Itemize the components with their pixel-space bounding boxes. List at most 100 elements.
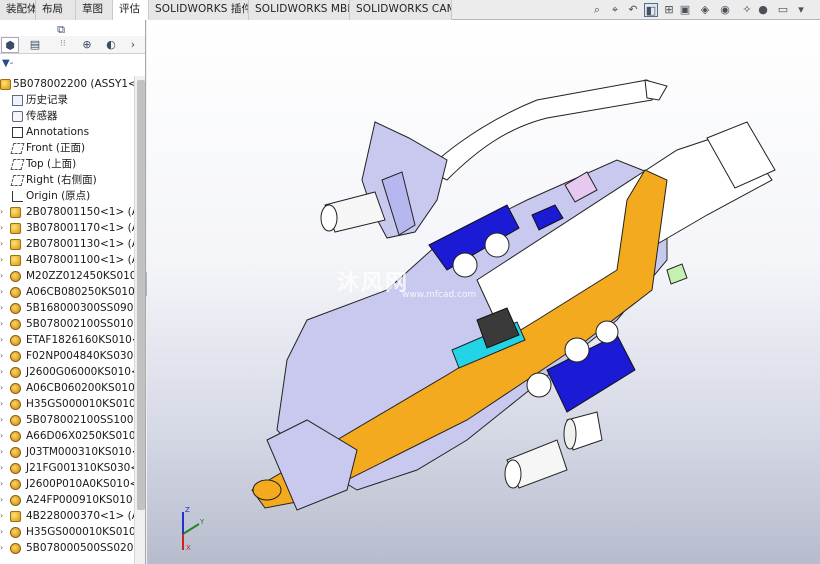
zoom-to-fit-icon[interactable]: ⌕ [590,3,604,17]
expand-arrow-icon[interactable]: › [0,460,6,476]
tree-component[interactable]: › A06CB080250KS010< [0,284,134,300]
view-settings-icon[interactable]: ▭ [776,3,790,17]
expand-arrow-icon[interactable]: › [0,220,6,236]
tree-component[interactable]: › 2B078001130<1> (AS [0,236,134,252]
view-orientation-icon[interactable]: ▣ [678,3,692,17]
expand-arrow-icon[interactable]: › [0,316,6,332]
tree-item-plane[interactable]: Top (上面) [0,156,134,172]
tree-component[interactable]: › 4B078001100<1> (AS [0,252,134,268]
tree-component-label: A66D06X0250KS010< [26,430,134,442]
expand-arrow-icon[interactable]: › [0,252,6,268]
expand-arrow-icon[interactable]: › [0,348,6,364]
tree-filter[interactable]: ▼- [2,58,13,72]
tree-component[interactable]: › 5B078002100SS010< [0,316,134,332]
expand-arrow-icon[interactable]: › [0,508,6,524]
tab-solidworks-cam[interactable]: SOLIDWORKS CAM [350,0,452,20]
expand-arrow-icon[interactable]: › [0,364,6,380]
display-style-icon[interactable]: ◈ [698,3,712,17]
tab-evaluate[interactable]: 评估 [113,0,149,20]
history-icon [12,95,23,106]
tree-component[interactable]: › J03TM000310KS010< [0,444,134,460]
expand-arrow-icon[interactable]: › [0,396,6,412]
bearing-ball-3 [564,337,590,363]
triad-z-label: Z [185,506,190,514]
tree-component[interactable]: › 5B078000500SS020< [0,540,134,556]
expand-arrow-icon[interactable]: › [0,492,6,508]
view-settings-dropdown-icon[interactable]: ▾ [794,3,808,17]
hide-show-items-icon[interactable]: ◉ [718,3,732,17]
featuremanager-tab-icon[interactable]: ⬢ [1,37,19,53]
tree-component-label: 3B078001170<1> (AS [26,222,134,234]
tree-scrollbar[interactable] [134,76,145,564]
bearing-ball-5 [595,320,619,344]
tree-scrollbar-thumb[interactable] [137,80,145,510]
expand-arrow-icon[interactable]: › [0,524,6,540]
part-icon [10,447,21,458]
tree-component[interactable]: › A06CB060200KS010< [0,380,134,396]
tab-sketch[interactable]: 草图 [76,0,113,20]
tree-component[interactable]: › 2B078001150<1> (AS [0,204,134,220]
tree-component[interactable]: › A24FP000910KS010< [0,492,134,508]
expand-arrow-icon[interactable]: › [0,204,6,220]
tree-component[interactable]: › 5B078002100SS100< [0,412,134,428]
tree-item-label: Right (右侧面) [26,174,97,186]
expand-arrow-icon[interactable]: › [0,236,6,252]
configurationmanager-tab-icon[interactable]: ⧉ [52,22,70,38]
expand-arrow-icon[interactable]: › [0,444,6,460]
graphics-viewport[interactable]: 沐风网 www.mfcad.com Y Z X [147,20,820,564]
tree-item-annotations[interactable]: Annotations [0,124,134,140]
expand-arrow-icon[interactable]: › [0,380,6,396]
tree-component[interactable]: › ETAF1826160KS010< [0,332,134,348]
pin-right-end [563,418,577,450]
apply-scene-icon[interactable]: ● [756,3,770,17]
command-manager-tabs: 装配体 布局 草图 评估 SOLIDWORKS 插件 SOLIDWORKS MB… [0,0,820,20]
expand-arrow-icon[interactable]: › [0,476,6,492]
expand-arrow-icon[interactable]: › [0,300,6,316]
tree-component[interactable]: › H35GS000010KS010< [0,524,134,540]
tab-solidworks-mbd[interactable]: SOLIDWORKS MBD [249,0,350,20]
tab-solidworks-addins[interactable]: SOLIDWORKS 插件 [149,0,249,20]
tree-component[interactable]: › 3B078001170<1> (AS [0,220,134,236]
more-tabs-icon[interactable]: › [124,37,142,53]
tree-component[interactable]: › 4B228000370<1> (AS [0,508,134,524]
tree-component-label: 5B078002100SS100< [26,414,134,426]
expand-arrow-icon[interactable]: › [0,332,6,348]
tree-component[interactable]: › M20ZZ012450KS010< [0,268,134,284]
tree-root-assembly[interactable]: 5B078002200 (ASSY1<A [0,76,134,92]
tree-component-label: 4B078001100<1> (AS [26,254,134,266]
tree-component[interactable]: › J2600P010A0KS010< [0,476,134,492]
assembly-icon [10,255,21,266]
expand-arrow-icon[interactable]: › [0,268,6,284]
expand-arrow-icon[interactable]: › [0,284,6,300]
tree-item-history[interactable]: 历史记录 [0,92,134,108]
bearing-ball-2 [452,252,478,278]
dimxpert-tab-icon[interactable]: ⊕ [78,37,96,53]
tree-component[interactable]: › A66D06X0250KS010< [0,428,134,444]
expand-arrow-icon[interactable]: › [0,540,6,556]
tree-component[interactable]: › J2600G06000KS010< [0,364,134,380]
tree-component[interactable]: › J21FG001310KS030< [0,460,134,476]
display-manager-tab-icon[interactable]: ◐ [102,37,120,53]
section-view-icon[interactable]: ◧ [644,3,658,17]
dynamic-annotation-icon[interactable]: ⊞ [662,3,676,17]
tree-item-sensor[interactable]: 传感器 [0,108,134,124]
tree-item-plane[interactable]: Right (右侧面) [0,172,134,188]
tab-layout[interactable]: 布局 [36,0,76,20]
tree-component-label: 2B078001130<1> (AS [26,238,134,250]
heads-up-view-toolbar: ⌕ ⌖ ↶ ◧ ⊞ ▣ ◈ ◉ ✧ ● ▭ ▾ [580,0,820,20]
tree-component[interactable]: › 5B168000300SS090< [0,300,134,316]
expand-arrow-icon[interactable]: › [0,428,6,444]
panel-gripper-icon[interactable]: ⁝⁝ [60,39,66,49]
tree-component[interactable]: › F02NP004840KS030< [0,348,134,364]
propertymanager-tab-icon[interactable]: ▤ [26,37,44,53]
previous-view-icon[interactable]: ↶ [626,3,640,17]
tree-component-label: A24FP000910KS010< [26,494,134,506]
expand-arrow-icon[interactable]: › [0,412,6,428]
part-icon [10,495,21,506]
edit-appearance-icon[interactable]: ✧ [740,3,754,17]
tab-assembly[interactable]: 装配体 [0,0,36,20]
tree-component[interactable]: › H35GS000010KS010< [0,396,134,412]
tree-item-plane[interactable]: Front (正面) [0,140,134,156]
tree-item-origin[interactable]: Origin (原点) [0,188,134,204]
zoom-to-area-icon[interactable]: ⌖ [608,3,622,17]
